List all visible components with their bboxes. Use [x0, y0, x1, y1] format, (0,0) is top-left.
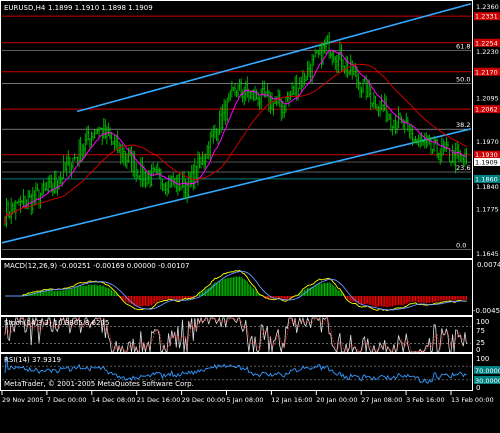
fib-level-label: 38.2: [456, 121, 470, 129]
rsi-tick-100: 100: [476, 355, 489, 363]
fib-level-label: 0.0: [456, 242, 466, 250]
time-tick-label: 14 Dec 08:00: [92, 396, 136, 404]
price-level-box-label: 1.2062: [475, 106, 498, 114]
price-tick-label: 1.2230: [476, 48, 499, 56]
stoch-tick-0: 0: [476, 346, 480, 354]
time-tick-label: 3 Feb 16:00: [406, 396, 445, 404]
time-tick-label: 29 Nov 2005: [2, 396, 44, 404]
price-tick-label: 1.1840: [476, 183, 499, 191]
time-tick-label: 12 Jan 16:00: [271, 396, 312, 404]
price-level-box-label: 1.2170: [475, 68, 498, 76]
price-level-box-label: 1.1909: [475, 158, 498, 166]
macd-tick-bottom: -0.00451: [473, 307, 500, 315]
copyright-text: MetaTrader, © 2001-2005 MetaQuotes Softw…: [4, 380, 194, 388]
rsi-tick-0: 0: [476, 384, 480, 392]
symbol-label: EURUSD,H4: [4, 4, 46, 12]
rsi-title: RSI(14) 37.9319: [4, 356, 61, 364]
ohlc-readout: 1.1899 1.1910 1.1898 1.1909: [48, 4, 153, 12]
time-tick-label: 27 Jan 08:00: [361, 396, 402, 404]
macd-title: MACD(12,26,9) -0.00251 -0.00169 0.00000 …: [4, 262, 189, 270]
macd-tick-top: 0.0074: [477, 261, 500, 269]
time-tick-label: 13 Feb 00:00: [451, 396, 494, 404]
time-tick-label: 5 Jan 08:00: [227, 396, 264, 404]
price-tick-label: 1.1970: [476, 138, 499, 146]
price-tick-label: 1.1645: [476, 250, 499, 258]
time-tick-label: 29 Dec 00:00: [182, 396, 226, 404]
rsi-tick-70: 70.0000: [475, 367, 500, 375]
time-tick-label: 21 Dec 16:00: [137, 396, 181, 404]
price-tick-label: 1.2360: [476, 3, 499, 11]
time-tick-label: 7 Dec 00:00: [47, 396, 87, 404]
stoch-tick-75: 75: [476, 327, 485, 335]
metatrader-chart-window[interactable]: 61.8 50.0 38.2 23.6 0.0 EURUSD,H4 1.1899 1.1…: [0, 0, 500, 429]
fib-level-label: 50.0: [456, 76, 470, 84]
main-price-panel[interactable]: [0, 0, 473, 259]
stoch-title: Stoch(14,3,3) 10.3865 8.6205: [4, 319, 109, 327]
price-tick-label: 1.2095: [476, 95, 499, 103]
price-level-box-label: 1.2254: [475, 39, 498, 47]
stoch-tick-100: 100: [476, 318, 489, 326]
time-tick-label: 20 Jan 00:00: [316, 396, 357, 404]
fib-level-label: 61.8: [456, 42, 470, 50]
price-tick-label: 1.1775: [476, 205, 499, 213]
price-level-box-label: 1.1860: [475, 175, 498, 183]
price-level-box-label: 1.2331: [475, 13, 498, 21]
